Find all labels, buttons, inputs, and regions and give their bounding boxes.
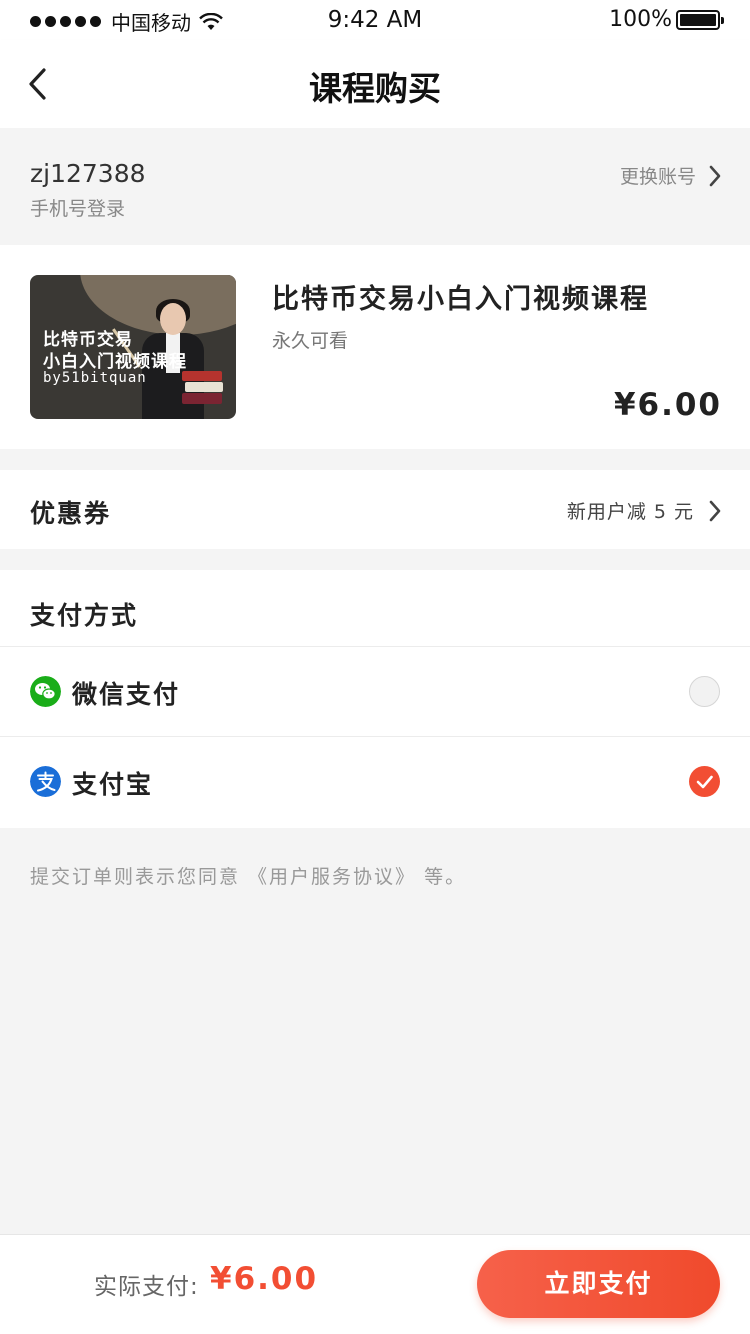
payment-section: 支付方式 微信支付 支付宝: [0, 570, 750, 828]
nav-bar: 课程购买: [0, 40, 750, 128]
page-title: 课程购买: [309, 69, 441, 108]
alipay-icon: [30, 766, 61, 797]
radio-alipay-selected[interactable]: [689, 766, 720, 797]
status-bar: 中国移动 9:42 AM 100%: [0, 0, 750, 40]
thumbnail-title-line2: 小白入门视频课程: [43, 352, 187, 372]
course-title: 比特币交易小白入门视频课程: [272, 284, 649, 315]
switch-account-button[interactable]: 更换账号: [620, 162, 722, 189]
chevron-right-icon: [709, 165, 721, 186]
course-price: ¥6.00: [613, 387, 722, 423]
agreement-text[interactable]: 提交订单则表示您同意 《用户服务协议》 等。: [30, 862, 466, 889]
coupon-value: 新用户减 5 元: [566, 501, 694, 523]
course-validity: 永久可看: [272, 330, 349, 352]
radio-wechat-unselected[interactable]: [689, 676, 720, 707]
payment-label-alipay: 支付宝: [72, 770, 154, 799]
payment-option-wechat[interactable]: 微信支付: [0, 647, 750, 736]
pay-now-button[interactable]: 立即支付: [477, 1250, 720, 1318]
coupon-row[interactable]: 优惠券 新用户减 5 元: [0, 470, 750, 549]
actual-payment-price: ¥6.00: [210, 1261, 319, 1297]
switch-account-label: 更换账号: [619, 166, 696, 188]
battery-icon: [676, 9, 724, 30]
account-username: zj127388: [30, 159, 146, 188]
wechat-icon: [30, 676, 61, 707]
thumbnail-watermark: by51bitquan: [43, 370, 147, 386]
status-right: 100%: [609, 7, 724, 32]
account-login-type: 手机号登录: [30, 198, 126, 220]
chevron-right-icon: [709, 500, 721, 521]
actual-payment-label: 实际支付:: [94, 1274, 199, 1300]
payment-label-wechat: 微信支付: [72, 680, 181, 709]
coupon-value-group: 新用户减 5 元: [567, 497, 722, 524]
payment-title: 支付方式: [30, 601, 139, 630]
account-section: zj127388 手机号登录 更换账号: [0, 128, 750, 243]
coupon-label: 优惠券: [30, 499, 112, 528]
payment-option-alipay[interactable]: 支付宝: [0, 737, 750, 826]
course-thumbnail: 比特币交易 小白入门视频课程 by51bitquan: [30, 275, 236, 419]
course-card: 比特币交易 小白入门视频课程 by51bitquan 比特币交易小白入门视频课程…: [0, 245, 750, 449]
battery-percent: 100%: [609, 7, 672, 32]
checkmark-icon: [696, 775, 713, 789]
books-illustration: [182, 371, 224, 407]
bottom-bar: 实际支付: ¥6.00 立即支付: [0, 1234, 750, 1334]
